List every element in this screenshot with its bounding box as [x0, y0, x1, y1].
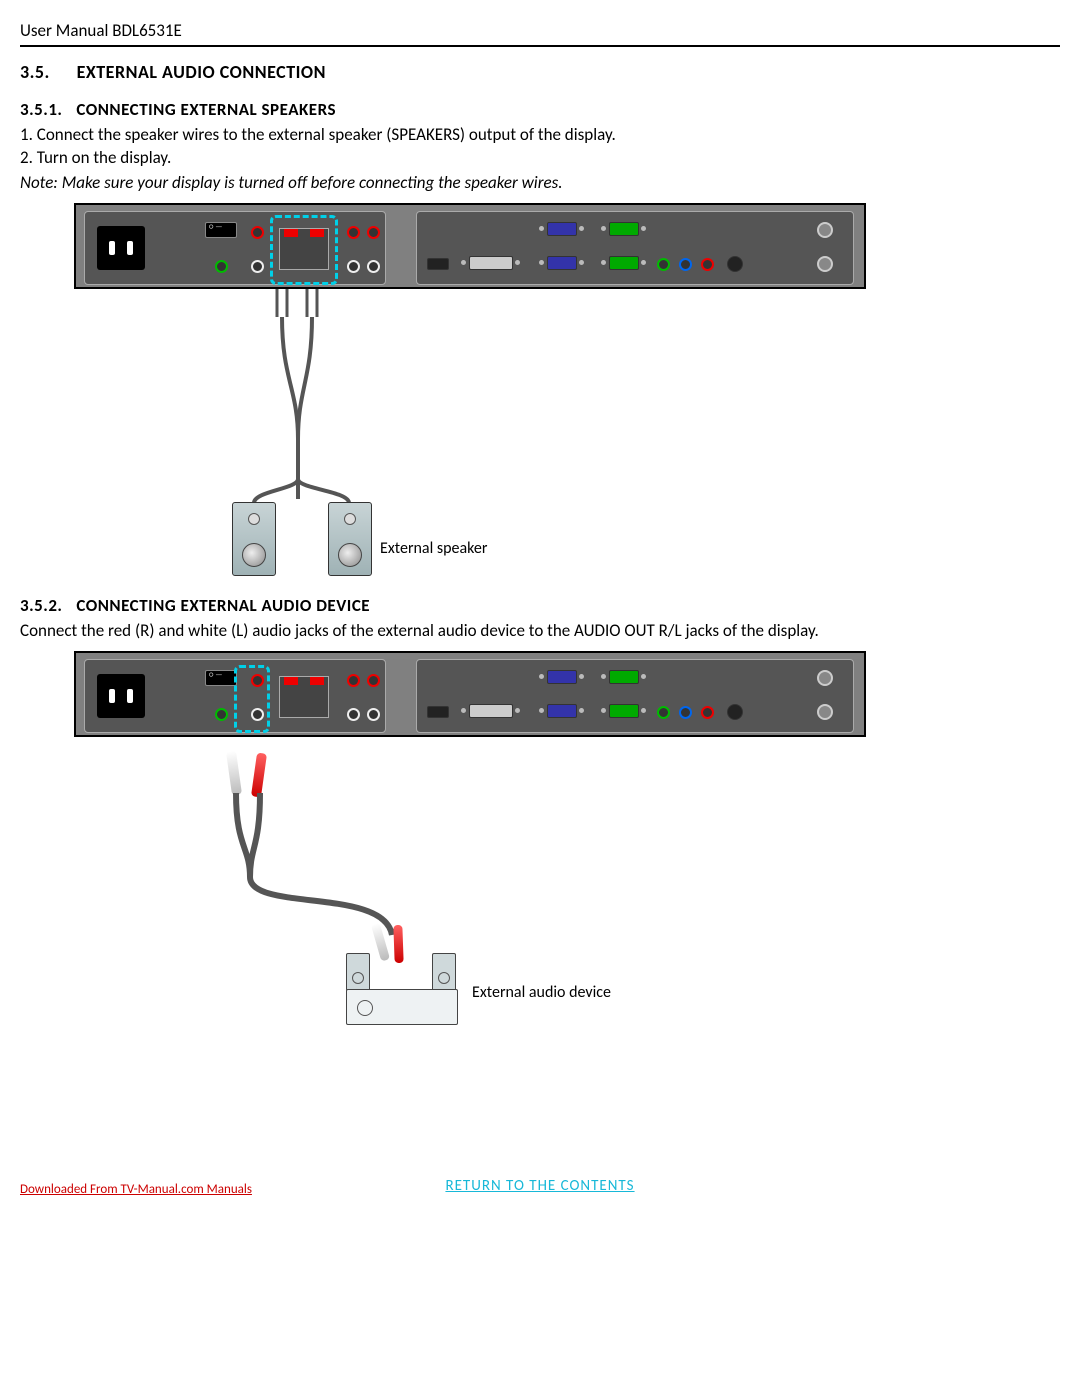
- bnc-port-icon: [817, 256, 833, 272]
- rs232-port-icon: [609, 222, 639, 236]
- ac-power-inlet-icon: [97, 226, 145, 270]
- component-jack-icon: [657, 258, 670, 271]
- subsection-title: CONNECTING EXTERNAL SPEAKERS: [76, 99, 336, 120]
- audio-jack-icon: [367, 260, 380, 273]
- section-3-5-2-body: Connect the red (R) and white (L) audio …: [20, 620, 1060, 641]
- section-3-5-heading: 3.5. EXTERNAL AUDIO CONNECTION: [20, 61, 1060, 83]
- component-jack-icon: [657, 706, 670, 719]
- rear-panel-left-section: [84, 659, 386, 733]
- rca-plug-red-icon: [393, 925, 403, 963]
- rca-cable-icon: [74, 737, 866, 1037]
- speaker-terminal-icon: [279, 228, 329, 270]
- audio-out-red-jack-icon: [251, 674, 264, 687]
- audio-jack-icon: [367, 226, 380, 239]
- audio-jack-icon: [347, 226, 360, 239]
- step-1-text: 1. Connect the speaker wires to the exte…: [20, 124, 1060, 145]
- audio-jack-icon: [347, 674, 360, 687]
- audio-jack-icon: [347, 708, 360, 721]
- svideo-port-icon: [727, 704, 743, 720]
- rear-panel-diagram-2: [74, 651, 866, 737]
- amp-speaker-right-icon: [432, 953, 456, 991]
- download-source-link[interactable]: Downloaded From TV-Manual.com Manuals: [20, 1182, 252, 1197]
- section-title: EXTERNAL AUDIO CONNECTION: [77, 61, 326, 83]
- audio-jack-icon: [215, 260, 228, 273]
- bnc-port-icon: [817, 222, 833, 238]
- rear-panel-left-section: [84, 211, 386, 285]
- speaker-right-icon: [328, 502, 372, 576]
- hdmi-port-icon: [427, 258, 449, 270]
- vga-port-icon: [609, 256, 639, 270]
- power-switch-icon: [205, 670, 237, 686]
- bnc-port-icon: [817, 704, 833, 720]
- component-jack-icon: [679, 706, 692, 719]
- rear-panel-right-section: [416, 211, 854, 285]
- speaker-wire-icon: [74, 289, 866, 579]
- amp-speaker-left-icon: [346, 953, 370, 991]
- dvi-port-icon: [469, 704, 513, 718]
- audio-jack-icon: [251, 260, 264, 273]
- return-to-contents-link[interactable]: RETURN TO THE CONTENTS: [445, 1177, 634, 1195]
- bnc-port-icon: [817, 670, 833, 686]
- manual-title: User Manual BDL6531E: [20, 20, 182, 41]
- audio-cable-diagram: External audio device: [74, 737, 866, 1037]
- section-3-5-1-heading: 3.5.1. CONNECTING EXTERNAL SPEAKERS: [20, 99, 1060, 120]
- subsection-title: CONNECTING EXTERNAL AUDIO DEVICE: [76, 595, 370, 616]
- audio-jack-icon: [215, 708, 228, 721]
- audio-out-white-jack-icon: [251, 708, 264, 721]
- rs232-port-icon: [609, 670, 639, 684]
- audio-jack-icon: [251, 226, 264, 239]
- section-number: 3.5.: [20, 61, 72, 83]
- component-jack-icon: [679, 258, 692, 271]
- dvi-port-icon: [469, 256, 513, 270]
- speaker-wires-diagram: External speaker: [74, 289, 866, 579]
- section-3-5-2-heading: 3.5.2. CONNECTING EXTERNAL AUDIO DEVICE: [20, 595, 1060, 616]
- vga-port-icon: [547, 222, 577, 236]
- subsection-number: 3.5.1.: [20, 99, 72, 120]
- subsection-number: 3.5.2.: [20, 595, 72, 616]
- rear-panel-right-section: [416, 659, 854, 733]
- external-speaker-label: External speaker: [380, 539, 487, 558]
- component-jack-icon: [701, 258, 714, 271]
- rear-panel-diagram-1: [74, 203, 866, 289]
- speaker-left-icon: [232, 502, 276, 576]
- hdmi-port-icon: [427, 706, 449, 718]
- audio-jack-icon: [367, 708, 380, 721]
- power-switch-icon: [205, 222, 237, 238]
- doc-header: User Manual BDL6531E: [20, 20, 1060, 47]
- audio-jack-icon: [367, 674, 380, 687]
- note-text: Note: Make sure your display is turned o…: [20, 172, 1060, 193]
- speaker-terminal-icon: [279, 676, 329, 718]
- amplifier-icon: [346, 989, 458, 1025]
- step-2-text: 2. Turn on the display.: [20, 147, 1060, 168]
- page-footer: Downloaded From TV-Manual.com Manuals RE…: [20, 1177, 1060, 1207]
- ac-power-inlet-icon: [97, 674, 145, 718]
- vga-port-icon: [547, 256, 577, 270]
- component-jack-icon: [701, 706, 714, 719]
- external-audio-device-label: External audio device: [472, 983, 611, 1002]
- vga-port-icon: [547, 670, 577, 684]
- svideo-port-icon: [727, 256, 743, 272]
- vga-port-icon: [547, 704, 577, 718]
- audio-jack-icon: [347, 260, 360, 273]
- vga-port-icon: [609, 704, 639, 718]
